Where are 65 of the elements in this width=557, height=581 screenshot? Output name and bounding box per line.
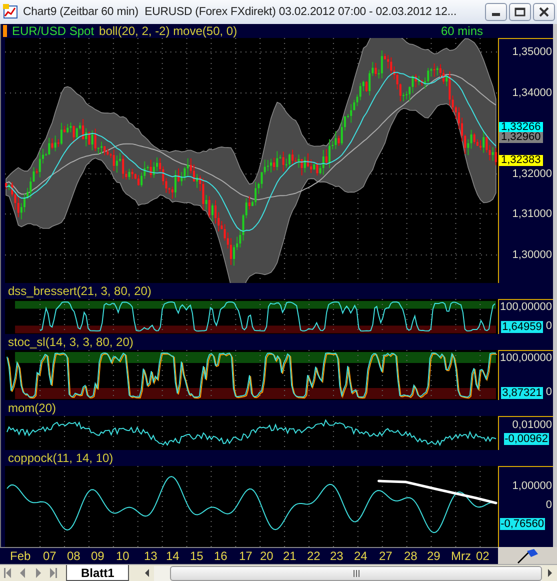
right-arrow-icon [546, 569, 552, 577]
price-tag: 1,32960 [499, 132, 543, 143]
date-label: 15 [190, 549, 204, 563]
indicator-label: coppock(11, 14, 10) [8, 451, 114, 465]
date-label: 27 [379, 549, 392, 563]
date-label: 13 [144, 549, 158, 563]
axis-label: 1,30000 [512, 249, 553, 262]
price-tag: 1,32383 [499, 155, 543, 166]
scrollbar-thumb[interactable] [170, 566, 542, 580]
date-label: 02 [476, 549, 490, 563]
indicator-label: dss_bressert(21, 3, 80, 20) [8, 284, 152, 298]
axis-label: 0 [546, 320, 553, 333]
timeframe-label: 60 mins [440, 24, 483, 38]
sheet-tab[interactable]: Blatt1 [66, 565, 130, 581]
indicator-label: mom(20) [8, 401, 56, 415]
axis-label: 100,00000 [500, 301, 553, 314]
chart-app-icon [3, 4, 19, 20]
date-label: 10 [116, 549, 130, 563]
axis-label: 1,00000 [512, 480, 553, 493]
date-label: 21 [283, 549, 296, 563]
value-tag: 3,87321 [501, 386, 543, 398]
date-label: 14 [166, 549, 180, 563]
axis-label: 0,01000 [512, 419, 553, 432]
first-icon [4, 568, 12, 578]
last-icon [48, 568, 56, 578]
maximize-icon [514, 6, 526, 18]
axis-label: 100,00000 [500, 352, 553, 365]
date-label: Feb [10, 549, 31, 563]
flag-icon[interactable] [516, 548, 538, 564]
active-chart-marker [3, 25, 7, 37]
date-label: 07 [43, 549, 56, 563]
window-title: Chart9 (Zeitbar 60 min) EURUSD (Forex FXdirekt) 03.02.2012 07:00 - 02.03.2012 12... [23, 6, 458, 18]
date-label: 17 [239, 549, 252, 563]
date-label: 08 [67, 549, 80, 563]
grip-icon [352, 570, 360, 576]
axis-label: 1,35000 [512, 46, 553, 59]
left-arrow-icon [144, 569, 150, 577]
next-icon [34, 568, 42, 578]
previous-icon [18, 568, 26, 578]
value-tag: -0,76560 [500, 518, 545, 530]
date-label: 29 [427, 549, 440, 563]
axis-label: 1,31000 [512, 208, 553, 221]
date-label: 23 [330, 549, 344, 563]
date-label: 22 [307, 549, 320, 563]
study-label: boll(20, 2, -2) move(50, 0) [99, 24, 238, 38]
close-button[interactable] [533, 3, 555, 21]
close-icon [538, 6, 550, 18]
date-label: 09 [91, 549, 104, 563]
date-label: 24 [354, 549, 368, 563]
price-tag: 1,33266 [499, 122, 543, 133]
maximize-button[interactable] [509, 3, 531, 21]
date-label: 16 [214, 549, 228, 563]
minimize-button[interactable] [485, 3, 507, 21]
axis-label: 1,34000 [512, 87, 553, 100]
symbol-label: EUR/USD Spot [12, 24, 94, 38]
axis-label: 0 [546, 386, 553, 399]
indicator-label: stoc_sl(14, 3, 3, 80, 20) [8, 335, 134, 349]
minimize-icon [492, 13, 500, 16]
value-tag: -0,00962 [504, 433, 549, 445]
axis-label: 1,32000 [512, 168, 553, 181]
date-label: 28 [404, 549, 418, 563]
axis-label: 0 [546, 499, 553, 512]
date-label: 20 [260, 549, 274, 563]
date-label: Mrz [451, 549, 471, 563]
value-tag: 1,64959 [501, 320, 543, 332]
